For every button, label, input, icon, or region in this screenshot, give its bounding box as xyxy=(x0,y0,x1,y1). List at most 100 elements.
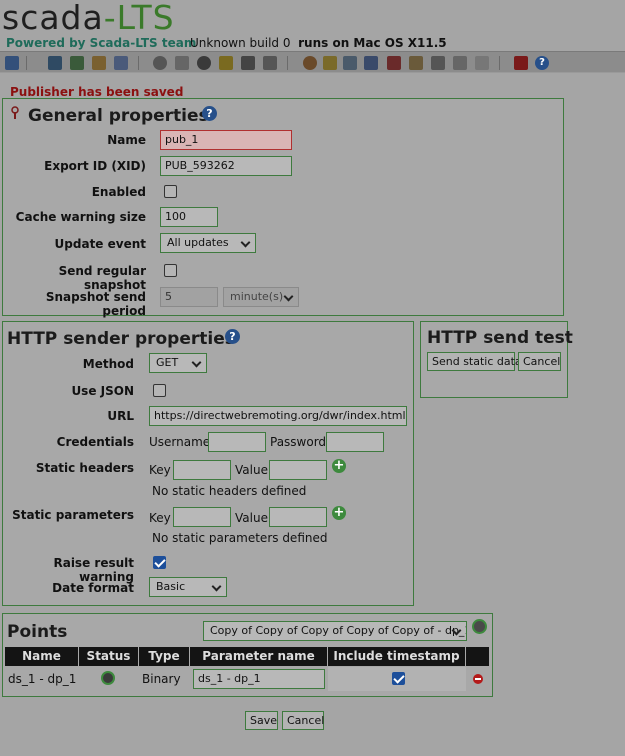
snapshot-period-input[interactable]: 5 xyxy=(160,287,218,307)
header-key-label: Key xyxy=(149,463,171,477)
header-value-input[interactable] xyxy=(269,460,327,480)
status-icon xyxy=(101,671,115,685)
toolbar-separator xyxy=(499,56,500,70)
col-header-name: Name xyxy=(5,647,78,666)
point-type: Binary xyxy=(142,672,181,686)
toolbar-separator xyxy=(287,56,288,70)
include-timestamp-checkbox[interactable] xyxy=(392,672,405,685)
table-row: ds_1 - dp_1 Binary ds_1 - dp_1 xyxy=(5,667,489,691)
point-hierarchy-icon[interactable] xyxy=(323,56,337,70)
point-name: ds_1 - dp_1 xyxy=(8,672,77,686)
header-value-label: Value xyxy=(235,463,268,477)
enabled-checkbox[interactable] xyxy=(164,185,177,198)
use-json-label: Use JSON xyxy=(71,384,134,398)
credentials-label: Credentials xyxy=(56,435,134,449)
system-settings-icon[interactable] xyxy=(409,56,423,70)
cache-warning-label: Cache warning size xyxy=(15,210,146,224)
raise-warning-label: Raise result warning xyxy=(53,556,134,584)
compound-events-icon[interactable] xyxy=(197,56,211,70)
test-cancel-button[interactable]: Cancel xyxy=(518,352,561,371)
scada-lts-logo: scada-LTS xyxy=(2,0,175,36)
maintenance-events-icon[interactable] xyxy=(387,56,401,70)
help-icon[interactable]: ? xyxy=(225,329,240,344)
date-format-select[interactable]: Basic xyxy=(149,577,227,597)
build-info: Unknown build 0 runs on Mac OS X11.5 xyxy=(190,36,447,50)
param-key-label: Key xyxy=(149,511,171,525)
no-params-text: No static parameters defined xyxy=(152,531,328,545)
add-point-icon[interactable] xyxy=(472,619,487,634)
emport-icon[interactable] xyxy=(431,56,445,70)
xid-label: Export ID (XID) xyxy=(44,159,146,173)
logo-suffix: -LTS xyxy=(103,0,175,37)
xid-input[interactable]: PUB_593262 xyxy=(160,156,292,176)
update-event-select[interactable]: All updates xyxy=(160,233,256,253)
home-icon[interactable] xyxy=(5,56,19,70)
no-headers-text: No static headers defined xyxy=(152,484,307,498)
help-icon[interactable]: ? xyxy=(535,56,549,70)
username-label: Username xyxy=(149,435,211,449)
help-icon[interactable]: ? xyxy=(202,106,217,121)
url-label: URL xyxy=(107,409,134,423)
reports-icon[interactable] xyxy=(114,56,128,70)
users-icon[interactable] xyxy=(263,56,277,70)
cancel-button[interactable]: Cancel xyxy=(282,711,324,730)
name-label: Name xyxy=(107,133,146,147)
password-label: Password xyxy=(270,435,327,449)
update-event-label: Update event xyxy=(54,237,146,251)
password-input[interactable] xyxy=(326,432,384,452)
save-button[interactable]: Save xyxy=(245,711,278,730)
col-header-parameter: Parameter name xyxy=(190,647,327,666)
date-format-label: Date format xyxy=(52,581,134,595)
toolbar-separator xyxy=(138,56,139,70)
name-input[interactable]: pub_1 xyxy=(160,130,292,150)
publisher-icon xyxy=(9,106,21,120)
notes-icon[interactable] xyxy=(475,56,489,70)
scripts-icon[interactable] xyxy=(241,56,255,70)
remove-point-icon[interactable] xyxy=(473,674,483,684)
toolbar-separator xyxy=(26,56,27,70)
static-headers-label: Static headers xyxy=(35,461,134,475)
sql-icon[interactable] xyxy=(453,56,467,70)
scheduled-events-icon[interactable] xyxy=(175,56,189,70)
method-label: Method xyxy=(82,357,134,371)
graphical-views-icon[interactable] xyxy=(70,56,84,70)
watch-list-icon[interactable] xyxy=(48,56,62,70)
send-snapshot-checkbox[interactable] xyxy=(164,264,177,277)
method-select[interactable]: GET xyxy=(149,353,207,373)
logo-text: scada xyxy=(2,0,104,37)
col-header-type: Type xyxy=(139,647,189,666)
general-properties-title: General properties xyxy=(28,106,209,126)
url-input[interactable]: https://directwebremoting.org/dwr/index.… xyxy=(149,406,407,426)
add-header-icon[interactable]: + xyxy=(332,459,346,473)
user-profiles-icon[interactable] xyxy=(303,56,317,70)
username-input[interactable] xyxy=(208,432,266,452)
use-json-checkbox[interactable] xyxy=(153,384,166,397)
raise-warning-checkbox[interactable] xyxy=(153,556,166,569)
param-value-label: Value xyxy=(235,511,268,525)
col-header-timestamp: Include timestamp xyxy=(328,647,465,666)
point-selector[interactable]: Copy of Copy of Copy of Copy of Copy of … xyxy=(203,621,467,641)
add-param-icon[interactable]: + xyxy=(332,506,346,520)
publishers-icon[interactable] xyxy=(364,56,378,70)
send-snapshot-label: Send regular snapshot xyxy=(58,264,146,292)
point-links-icon[interactable] xyxy=(219,56,233,70)
col-header-actions xyxy=(466,647,489,666)
points-title: Points xyxy=(7,622,68,642)
param-key-input[interactable] xyxy=(173,507,231,527)
status-message: Publisher has been saved xyxy=(10,85,184,99)
cache-warning-input[interactable]: 100 xyxy=(160,207,218,227)
logout-icon[interactable] xyxy=(514,56,528,70)
snapshot-period-label: Snapshot send period xyxy=(45,290,146,318)
parameter-name-input[interactable]: ds_1 - dp_1 xyxy=(193,669,325,689)
snapshot-period-unit-select[interactable]: minute(s) xyxy=(223,287,299,307)
data-sources-icon[interactable] xyxy=(153,56,167,70)
static-params-label: Static parameters xyxy=(12,508,134,522)
http-sender-title: HTTP sender properties xyxy=(7,329,235,349)
http-send-test-title: HTTP send test xyxy=(427,328,573,348)
mailing-lists-icon[interactable] xyxy=(343,56,357,70)
main-toolbar: ? xyxy=(0,51,625,73)
event-handlers-icon[interactable] xyxy=(92,56,106,70)
header-key-input[interactable] xyxy=(173,460,231,480)
send-static-data-button[interactable]: Send static data xyxy=(427,352,522,371)
param-value-input[interactable] xyxy=(269,507,327,527)
